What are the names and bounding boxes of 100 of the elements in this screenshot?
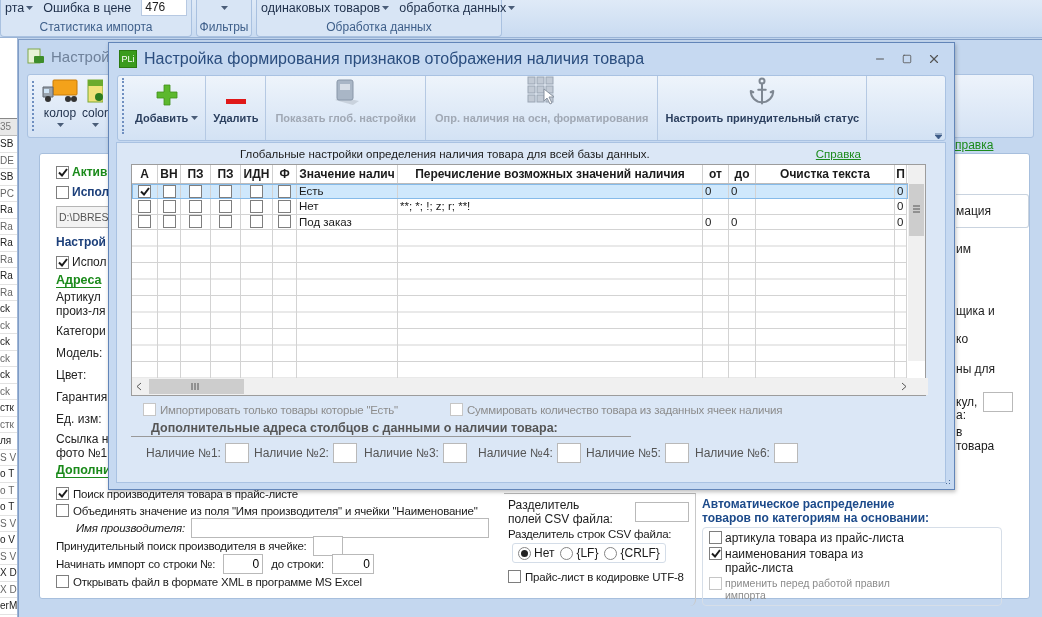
column-header[interactable]: ПЗ bbox=[181, 165, 211, 183]
checkbox[interactable] bbox=[56, 487, 69, 500]
list-item[interactable]: X D bbox=[0, 565, 17, 582]
input-field[interactable] bbox=[983, 392, 1014, 412]
list-item[interactable]: DE bbox=[0, 152, 17, 169]
overflow-icon[interactable] bbox=[935, 133, 942, 139]
input-field[interactable]: 476 bbox=[141, 0, 187, 16]
column-header[interactable]: П bbox=[895, 165, 907, 183]
close-icon[interactable] bbox=[927, 52, 941, 66]
radio-button[interactable] bbox=[518, 546, 531, 560]
list-item[interactable]: ck bbox=[0, 350, 17, 367]
input-field[interactable] bbox=[773, 443, 798, 463]
checkbox[interactable] bbox=[219, 184, 232, 198]
checkbox[interactable] bbox=[508, 570, 521, 584]
checkbox[interactable] bbox=[709, 531, 722, 544]
radio-button[interactable] bbox=[604, 546, 618, 560]
checkbox[interactable] bbox=[250, 184, 263, 198]
list-item[interactable]: PC bbox=[0, 185, 17, 202]
checkbox[interactable] bbox=[189, 184, 202, 198]
list-item[interactable]: o T bbox=[0, 466, 17, 483]
column-header[interactable]: ПЗ bbox=[211, 165, 241, 183]
column-header[interactable]: до bbox=[729, 165, 756, 183]
checkbox[interactable] bbox=[56, 165, 69, 179]
checkbox[interactable] bbox=[278, 184, 291, 198]
toolbar-button[interactable]: Удалить bbox=[206, 76, 267, 140]
list-item[interactable]: X D bbox=[0, 581, 17, 598]
list-item[interactable]: ck bbox=[0, 301, 17, 318]
table-row[interactable]: Нет **; *; !; z; r; **! 0 bbox=[132, 199, 908, 215]
list-item[interactable]: SB bbox=[0, 169, 17, 186]
table-row[interactable]: Есть 0 0 0 bbox=[132, 184, 908, 200]
checkbox[interactable] bbox=[56, 575, 69, 588]
list-item[interactable]: Ra bbox=[0, 218, 17, 235]
checkbox[interactable] bbox=[250, 200, 263, 213]
radio-button[interactable] bbox=[560, 546, 574, 560]
checkbox[interactable] bbox=[56, 255, 69, 269]
list-item[interactable]: ля bbox=[0, 433, 17, 450]
checkbox[interactable] bbox=[219, 200, 232, 213]
checkbox[interactable] bbox=[278, 215, 291, 229]
list-item[interactable]: Ra bbox=[0, 268, 17, 285]
list-item[interactable]: o T bbox=[0, 482, 17, 499]
checkbox[interactable] bbox=[189, 215, 202, 229]
checkbox[interactable] bbox=[162, 200, 176, 213]
checkbox[interactable] bbox=[189, 200, 202, 213]
checkbox[interactable] bbox=[709, 547, 722, 560]
list-item[interactable]: ck bbox=[0, 334, 17, 351]
list-item[interactable]: erM bbox=[0, 598, 17, 615]
list-item[interactable]: o T bbox=[0, 499, 17, 516]
list-item[interactable]: ck bbox=[0, 383, 17, 400]
ribbon-dropdown[interactable]: рта bbox=[5, 1, 34, 15]
toolbar-button[interactable]: Настроить принудительный статус bbox=[658, 76, 868, 140]
list-item[interactable]: S V bbox=[0, 515, 17, 532]
input-field[interactable] bbox=[442, 443, 467, 463]
checkbox[interactable] bbox=[162, 184, 176, 198]
checkbox[interactable] bbox=[138, 184, 151, 198]
checkbox[interactable] bbox=[219, 215, 232, 229]
column-header[interactable]: Ф bbox=[273, 165, 297, 183]
list-item[interactable]: стк bbox=[0, 400, 17, 417]
column-header[interactable]: Значение налич bbox=[297, 165, 398, 183]
list-item[interactable]: Ra bbox=[0, 235, 17, 252]
checkbox[interactable] bbox=[56, 504, 69, 517]
checkbox[interactable] bbox=[278, 200, 291, 213]
list-item[interactable]: S V bbox=[0, 449, 17, 466]
ribbon-dropdown[interactable]: одинаковых товаров bbox=[261, 1, 390, 15]
column-header[interactable]: ВН bbox=[158, 165, 181, 183]
input-field[interactable] bbox=[224, 443, 249, 463]
checkbox[interactable] bbox=[138, 215, 151, 229]
checkbox[interactable] bbox=[138, 200, 151, 213]
input-field[interactable]: 0 bbox=[332, 554, 374, 574]
checkbox[interactable] bbox=[56, 185, 69, 199]
list-item[interactable]: стк bbox=[0, 416, 17, 433]
input-field[interactable] bbox=[635, 502, 689, 522]
toolbar-button[interactable]: колор bbox=[42, 79, 78, 137]
horizontal-scrollbar[interactable] bbox=[132, 378, 928, 395]
list-item[interactable]: S V bbox=[0, 548, 17, 565]
list-item[interactable]: ck bbox=[0, 317, 17, 334]
list-item[interactable]: Ra bbox=[0, 202, 17, 219]
checkbox[interactable] bbox=[250, 215, 263, 229]
list-item[interactable]: ck bbox=[0, 367, 17, 384]
path-field[interactable]: D:\DBRES bbox=[56, 206, 110, 228]
ribbon-dropdown[interactable]: обработка данных bbox=[399, 1, 516, 15]
column-header[interactable]: Очистка текста bbox=[756, 165, 895, 183]
help-link[interactable]: Справка bbox=[815, 147, 861, 160]
column-header[interactable]: А bbox=[132, 165, 158, 183]
input-field[interactable] bbox=[664, 443, 689, 463]
input-field[interactable]: 0 bbox=[223, 554, 264, 574]
toolbar-button[interactable]: color bbox=[82, 79, 108, 137]
input-field[interactable] bbox=[332, 443, 357, 463]
list-item[interactable]: Ra bbox=[0, 284, 17, 301]
column-header[interactable]: Перечисление возможных значений наличия bbox=[398, 165, 703, 183]
toolbar-button[interactable]: Добавить bbox=[128, 76, 207, 140]
input-field[interactable] bbox=[556, 443, 581, 463]
input-field[interactable] bbox=[191, 517, 490, 538]
maximize-icon[interactable] bbox=[902, 54, 912, 64]
list-item[interactable]: SB bbox=[0, 136, 17, 153]
list-item[interactable]: o V bbox=[0, 532, 17, 549]
column-header[interactable]: от bbox=[703, 165, 729, 183]
list-item[interactable]: Ra bbox=[0, 251, 17, 268]
column-header[interactable]: ИДН bbox=[241, 165, 273, 183]
vertical-scrollbar[interactable] bbox=[908, 165, 925, 361]
resize-grip[interactable] bbox=[943, 478, 951, 486]
